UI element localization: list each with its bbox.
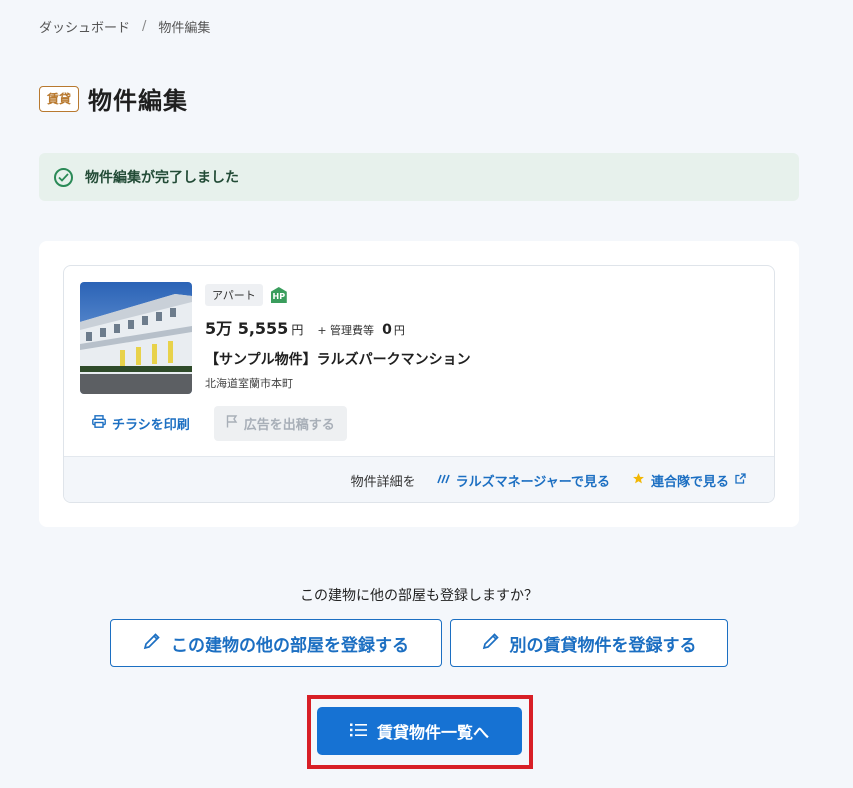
list-icon bbox=[349, 722, 367, 741]
check-circle-icon bbox=[54, 167, 73, 187]
register-another-property-label: 別の賃貸物件を登録する bbox=[509, 635, 697, 656]
star-icon bbox=[632, 472, 645, 489]
management-fee-unit: 円 bbox=[393, 324, 405, 337]
rent-value: 5万 5,555 bbox=[205, 319, 289, 338]
rental-badge: 賃貸 bbox=[39, 85, 80, 112]
management-fee-value: 0 bbox=[382, 322, 392, 338]
register-more-question: この建物に他の部屋も登録しますか？ bbox=[300, 588, 538, 604]
breadcrumb-current: 物件編集 bbox=[158, 21, 211, 36]
success-alert: 物件編集が完了しました bbox=[39, 153, 799, 201]
alert-message: 物件編集が完了しました bbox=[85, 170, 239, 186]
property-name: 【サンプル物件】ラルズパークマンション bbox=[205, 352, 471, 368]
flag-icon bbox=[226, 415, 238, 432]
details-label: 物件詳細を bbox=[350, 475, 416, 490]
publish-ad-label: 広告を出稿する bbox=[243, 418, 335, 433]
rengotai-link[interactable]: 連合隊で見る bbox=[632, 471, 746, 490]
property-actions: チラシを印刷 広告を出稿する bbox=[80, 406, 347, 441]
management-fee-label: + 管理費等 bbox=[317, 324, 375, 337]
rental-list-button[interactable]: 賃貸物件一覧へ bbox=[317, 707, 522, 755]
pencil-icon bbox=[482, 632, 500, 655]
page-title: 物件編集 bbox=[88, 87, 189, 115]
breadcrumb-dashboard-link[interactable]: ダッシュボード bbox=[39, 17, 130, 36]
rengotai-label: 連合隊で見る bbox=[650, 475, 729, 490]
rent-unit: 円 bbox=[291, 323, 304, 337]
register-same-building-label: この建物の他の部屋を登録する bbox=[171, 635, 409, 656]
external-link-icon bbox=[735, 473, 746, 488]
property-card: アパート HP 5万 5,555 円 + 管理費等 0 円 【サンプル物件】ラル… bbox=[39, 241, 799, 527]
rals-manager-link[interactable]: ラルズマネージャーで見る bbox=[436, 471, 610, 490]
page-header: 賃貸 物件編集 bbox=[39, 81, 188, 116]
property-detail-links: 物件詳細を ラルズマネージャーで見る 連合隊で見る bbox=[64, 456, 774, 502]
property-thumbnail bbox=[80, 282, 192, 394]
property-address: 北海道室蘭市本町 bbox=[205, 377, 293, 390]
property-info: アパート HP 5万 5,555 円 + 管理費等 0 円 【サンプル物件】ラル… bbox=[205, 284, 471, 391]
printer-icon bbox=[92, 415, 106, 432]
breadcrumb-separator: / bbox=[142, 19, 147, 34]
breadcrumb: ダッシュボード / 物件編集 bbox=[39, 17, 210, 36]
rals-logo-icon bbox=[436, 473, 450, 488]
rals-manager-label: ラルズマネージャーで見る bbox=[455, 475, 610, 490]
rental-list-label: 賃貸物件一覧へ bbox=[376, 723, 489, 742]
price-row: 5万 5,555 円 + 管理費等 0 円 bbox=[205, 315, 471, 339]
print-flyer-button[interactable]: チラシを印刷 bbox=[80, 407, 202, 440]
property-type-chip: アパート bbox=[205, 284, 263, 306]
hp-icon: HP bbox=[270, 287, 287, 303]
pencil-icon bbox=[143, 632, 161, 655]
property-summary: アパート HP 5万 5,555 円 + 管理費等 0 円 【サンプル物件】ラル… bbox=[63, 265, 775, 503]
register-another-property-button[interactable]: 別の賃貸物件を登録する bbox=[450, 619, 728, 667]
publish-ad-button[interactable]: 広告を出稿する bbox=[213, 406, 347, 441]
register-same-building-button[interactable]: この建物の他の部屋を登録する bbox=[110, 619, 442, 667]
print-flyer-label: チラシを印刷 bbox=[112, 418, 190, 433]
